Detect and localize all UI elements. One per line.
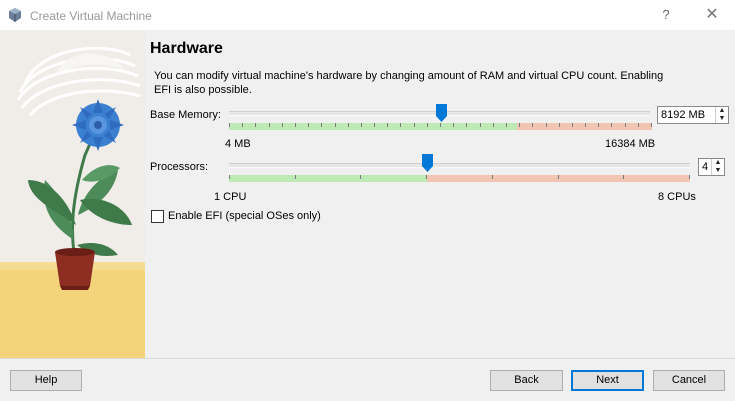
back-button[interactable]: Back (490, 370, 563, 391)
slider-tick (282, 123, 283, 127)
memory-recommended-range (229, 123, 517, 130)
virtualbox-icon (9, 8, 21, 22)
spin-down-icon[interactable]: ▼ (712, 167, 724, 175)
hardware-page: Hardware You can modify virtual machine'… (145, 30, 735, 358)
slider-tick (689, 175, 690, 179)
memory-value[interactable]: 8192 MB (661, 109, 705, 121)
slider-tick (348, 123, 349, 127)
slider-tick (519, 123, 520, 127)
slider-tick (374, 123, 375, 127)
slider-tick (360, 175, 361, 179)
slider-tick (598, 123, 599, 127)
slider-tick (585, 123, 586, 127)
slider-tick (295, 123, 296, 127)
memory-spinbox[interactable]: 8192 MB ▲ ▼ (657, 106, 729, 124)
slider-tick (426, 175, 427, 179)
slider-tick (308, 123, 309, 127)
slider-tick (242, 123, 243, 127)
slider-tick (229, 123, 230, 127)
slider-tick (427, 123, 428, 127)
page-description: You can modify virtual machine's hardwar… (154, 70, 664, 96)
slider-tick (506, 123, 507, 127)
slider-tick (625, 123, 626, 127)
slider-tick (295, 175, 296, 179)
help-icon[interactable]: ? (656, 6, 676, 24)
slider-tick (480, 123, 481, 127)
page-title: Hardware (150, 40, 223, 57)
slider-tick (466, 123, 467, 127)
slider-tick (623, 175, 624, 179)
slider-tick (558, 175, 559, 179)
processors-max-label: 8 CPUs (658, 191, 696, 203)
slider-tick (440, 123, 441, 127)
spin-down-icon[interactable]: ▼ (716, 115, 728, 123)
close-icon[interactable]: ✕ (700, 5, 724, 25)
processors-scale (229, 175, 690, 182)
base-memory-label: Base Memory: (150, 109, 221, 121)
slider-tick (387, 123, 388, 127)
slider-tick (453, 123, 454, 127)
memory-slider-handle[interactable] (436, 104, 447, 122)
cancel-button[interactable]: Cancel (653, 370, 725, 391)
slider-tick (229, 175, 230, 179)
slider-tick (572, 123, 573, 127)
slider-tick (638, 123, 639, 127)
slider-tick (414, 123, 415, 127)
title-bar: Create Virtual Machine ? ✕ (0, 0, 735, 30)
slider-tick (492, 175, 493, 179)
slider-tick (321, 123, 322, 127)
slider-tick (651, 123, 652, 127)
slider-tick (335, 123, 336, 127)
help-button[interactable]: Help (10, 370, 82, 391)
slider-tick (559, 123, 560, 127)
window-title: Create Virtual Machine (30, 9, 152, 23)
memory-scale (229, 123, 652, 130)
processors-slider-track[interactable] (229, 163, 690, 168)
processors-slider-handle[interactable] (422, 154, 433, 172)
slider-tick (400, 123, 401, 127)
button-bar: Help Back Next Cancel (0, 358, 735, 401)
processors-label: Processors: (150, 161, 209, 173)
slider-tick (532, 123, 533, 127)
next-button[interactable]: Next (571, 370, 644, 391)
slider-tick (546, 123, 547, 127)
enable-efi-checkbox[interactable] (151, 210, 164, 223)
flower-pot-illustration (0, 30, 145, 358)
processors-min-label: 1 CPU (214, 191, 247, 203)
slider-tick (361, 123, 362, 127)
slider-tick (255, 123, 256, 127)
spin-up-icon[interactable]: ▲ (716, 107, 728, 115)
slider-tick (269, 123, 270, 127)
memory-min-label: 4 MB (225, 138, 251, 150)
slider-tick (611, 123, 612, 127)
processors-recommended-range (229, 175, 427, 182)
enable-efi-label[interactable]: Enable EFI (special OSes only) (168, 210, 321, 222)
memory-max-label: 16384 MB (605, 138, 656, 150)
slider-tick (493, 123, 494, 127)
spin-up-icon[interactable]: ▲ (712, 159, 724, 167)
processors-value[interactable]: 4 (702, 161, 708, 173)
processors-spinbox[interactable]: 4 ▲ ▼ (698, 158, 725, 176)
wizard-illustration (0, 30, 145, 358)
